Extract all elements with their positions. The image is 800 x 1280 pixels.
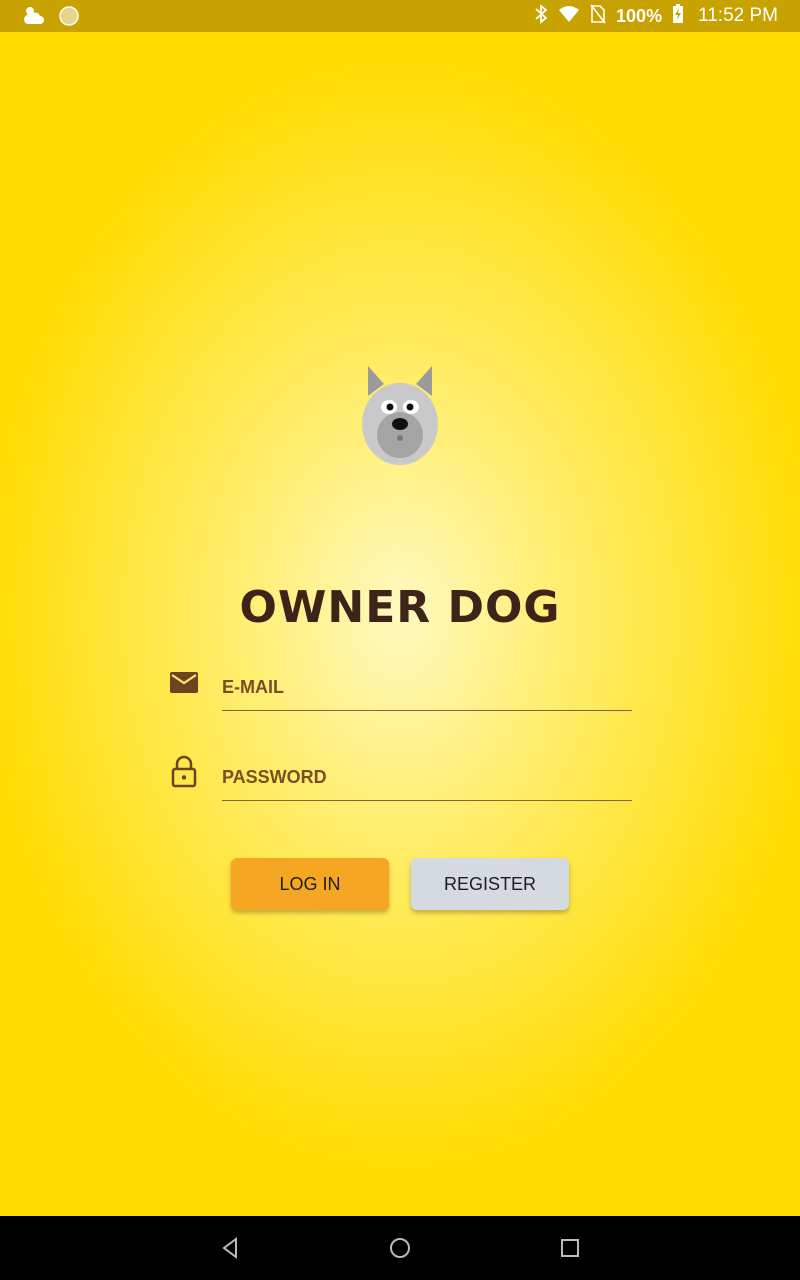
status-bar: 100% 11:52 PM [0,0,800,32]
battery-charging-icon [672,3,684,29]
password-field-group [166,754,634,814]
app-title: OWNER DOG [239,582,561,633]
email-input[interactable] [222,664,632,711]
circle-app-icon [58,5,80,32]
navigation-bar [0,1216,800,1280]
clock: 11:52 PM [698,5,778,26]
bluetooth-icon [534,3,548,29]
wifi-icon [558,5,580,28]
back-icon[interactable] [218,1236,242,1260]
no-sim-icon [590,4,606,29]
weather-icon [22,4,46,33]
home-icon[interactable] [388,1236,412,1260]
login-button[interactable]: LOG IN [231,858,389,910]
register-button[interactable]: REGISTER [411,858,569,910]
password-input[interactable] [222,754,632,801]
dog-face-icon [358,362,442,468]
battery-percent: 100% [616,5,663,26]
recents-icon[interactable] [558,1236,582,1260]
email-field-group [166,664,634,724]
lock-icon [166,754,200,788]
email-icon [166,664,200,698]
